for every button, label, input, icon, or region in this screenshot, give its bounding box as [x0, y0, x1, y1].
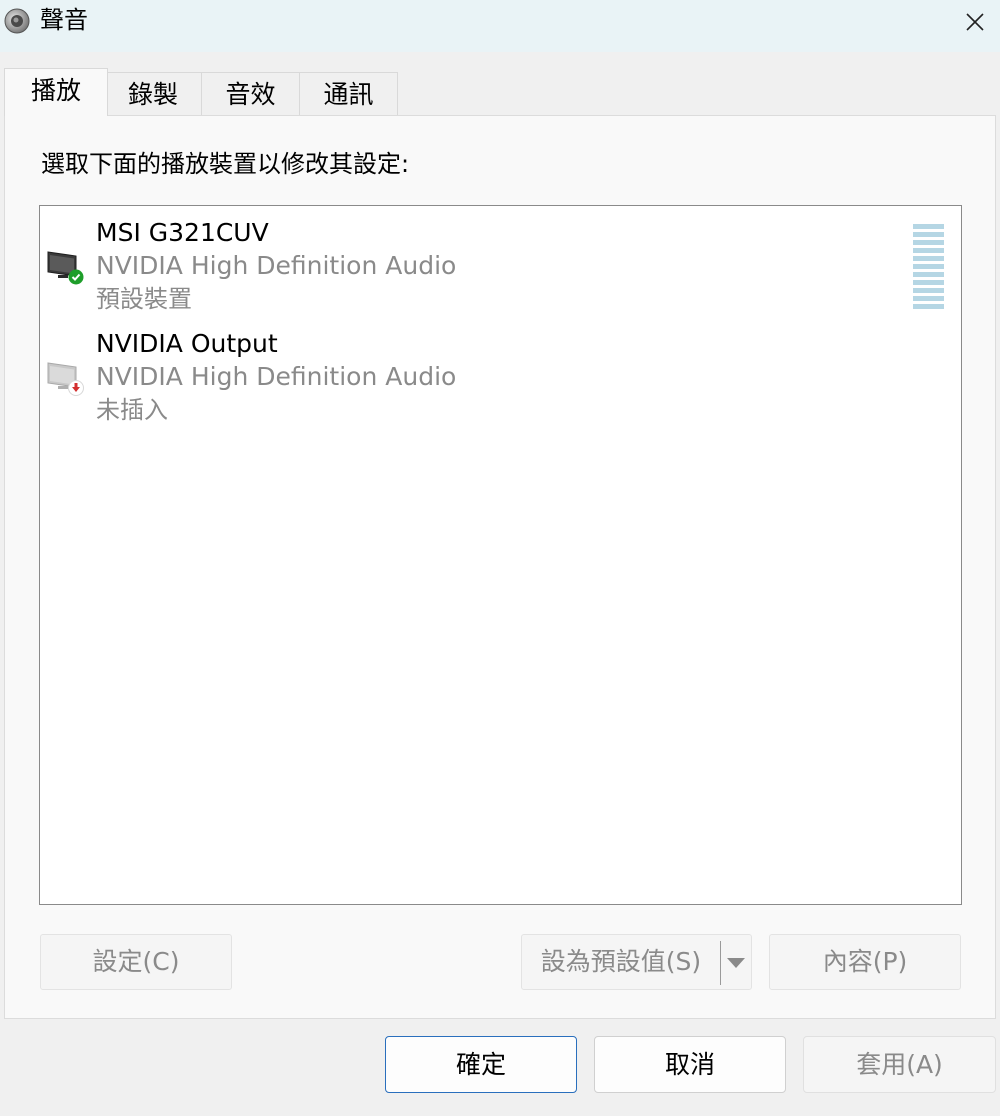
- ok-button[interactable]: 確定: [385, 1036, 577, 1093]
- monitor-speaker-icon: [47, 362, 84, 396]
- title-bar[interactable]: 聲音: [0, 0, 1000, 52]
- device-status: 預設裝置: [96, 285, 192, 313]
- tab-recording[interactable]: 錄製: [104, 72, 202, 116]
- window-title: 聲音: [40, 6, 88, 34]
- chevron-down-icon[interactable]: [725, 957, 747, 969]
- speaker-icon: [4, 8, 30, 34]
- device-driver: NVIDIA High Definition Audio: [96, 251, 457, 280]
- volume-meter: [913, 224, 944, 310]
- device-name: NVIDIA Output: [96, 329, 278, 358]
- device-list[interactable]: MSI G321CUV NVIDIA High Definition Audio…: [39, 205, 962, 905]
- properties-button[interactable]: 內容(P): [769, 934, 961, 990]
- device-status: 未插入: [96, 396, 168, 424]
- close-icon: [966, 13, 984, 31]
- device-item-nvidia-output[interactable]: NVIDIA Output NVIDIA High Definition Aud…: [40, 323, 960, 433]
- set-default-label: 設為預設值(S): [540, 947, 702, 976]
- set-default-button[interactable]: 設為預設值(S): [521, 934, 752, 990]
- tab-playback[interactable]: 播放: [4, 68, 108, 116]
- close-button[interactable]: [950, 0, 1000, 44]
- device-driver: NVIDIA High Definition Audio: [96, 362, 457, 391]
- apply-button[interactable]: 套用(A): [803, 1036, 996, 1093]
- device-name: MSI G321CUV: [96, 218, 269, 247]
- sound-dialog: 聲音 播放 錄製 音效 通訊 選取下面的播放裝置以修改其設定: MSI G321…: [0, 0, 1000, 1116]
- tab-communications[interactable]: 通訊: [299, 72, 398, 116]
- device-item-msi-g321cuv[interactable]: MSI G321CUV NVIDIA High Definition Audio…: [40, 212, 960, 322]
- split-separator: [720, 941, 721, 985]
- cancel-button[interactable]: 取消: [594, 1036, 786, 1093]
- playback-panel: 選取下面的播放裝置以修改其設定: MSI G321CUV NVIDIA High…: [4, 115, 996, 1019]
- instruction-text: 選取下面的播放裝置以修改其設定:: [41, 150, 410, 178]
- tab-sounds[interactable]: 音效: [201, 72, 300, 116]
- configure-button[interactable]: 設定(C): [40, 934, 232, 990]
- monitor-speaker-icon: [47, 251, 84, 285]
